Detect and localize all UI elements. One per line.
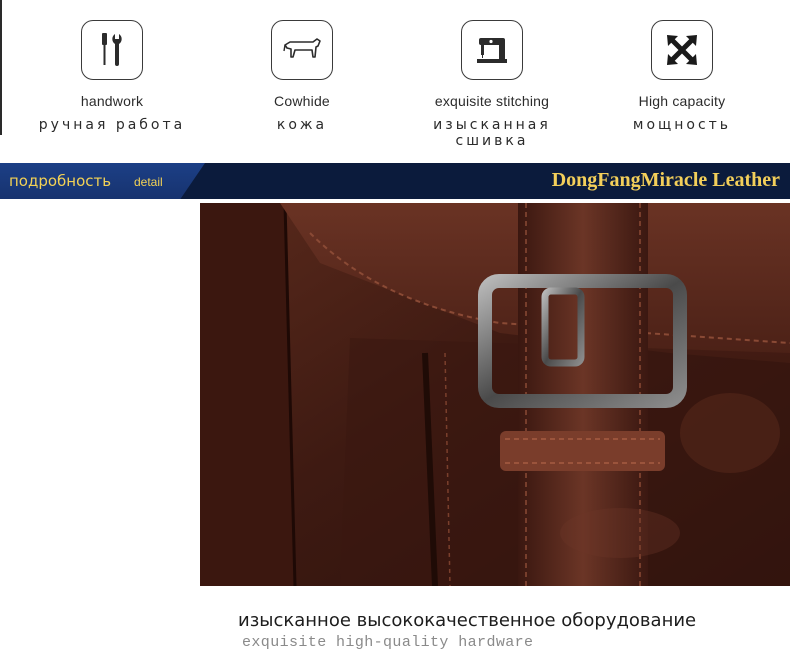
feature-label-en: exquisite stitching <box>434 93 550 109</box>
header-title-en: detail <box>134 175 163 189</box>
feature-label-en: Cowhide <box>274 93 330 109</box>
header-title-ru: подробность <box>9 172 112 190</box>
feature-stitching: exquisite stitching изысканная сшивка <box>407 20 577 149</box>
feature-icons-row: handwork ручная работа Cowhide кожа exqu… <box>0 0 790 149</box>
leather-buckle-photo <box>200 203 790 586</box>
feature-capacity: High capacity мощность <box>597 20 767 133</box>
cow-icon <box>271 20 333 80</box>
feature-label-ru: изысканная сшивка <box>433 117 551 149</box>
caption-en: exquisite high-quality hardware <box>242 634 534 651</box>
expand-arrows-icon <box>651 20 713 80</box>
caption-ru: изысканное высококачественное оборудован… <box>238 610 697 631</box>
feature-label-en: handwork <box>80 93 144 109</box>
feature-label-ru: мощность <box>632 117 732 133</box>
feature-cowhide: Cowhide кожа <box>217 20 387 133</box>
sewing-machine-icon <box>461 20 523 80</box>
brand-name: DongFangMiracle Leather <box>551 169 780 191</box>
feature-label-ru: ручная работа <box>38 117 186 133</box>
tools-icon <box>81 20 143 80</box>
feature-label-ru: кожа <box>276 117 328 133</box>
detail-header-bar: подробность detail DongFangMiracle Leath… <box>0 163 790 199</box>
feature-handwork: handwork ручная работа <box>27 20 197 133</box>
left-border-line <box>0 0 2 135</box>
feature-label-en: High capacity <box>638 93 726 109</box>
